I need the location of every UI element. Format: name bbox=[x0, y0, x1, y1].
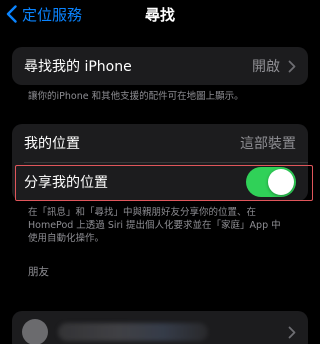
find-iphone-footnote: 讓你的iPhone 和其他支援的配件可在地圖上顯示。 bbox=[28, 91, 244, 102]
my-location-cell[interactable]: 我的位置 這部裝置 bbox=[12, 124, 308, 162]
share-location-footnote: 在「訊息」和「尋找」中與親朋好友分享你的位置、在 HomePod 上透過 Sir… bbox=[28, 206, 298, 245]
footnote-line: HomePod 上透過 Siri 提出個人化要求並在「家庭」App 中 bbox=[28, 220, 281, 231]
share-my-location-label: 分享我的位置 bbox=[24, 175, 108, 191]
share-location-toggle[interactable] bbox=[246, 167, 296, 197]
chevron-right-icon bbox=[288, 60, 296, 72]
friends-group bbox=[12, 311, 308, 344]
find-my-iphone-value-wrap: 開啟 bbox=[252, 56, 296, 76]
find-my-iphone-cell[interactable]: 尋找我的 iPhone 開啟 bbox=[12, 47, 308, 85]
find-my-iphone-status: 開啟 bbox=[252, 59, 280, 75]
find-my-iphone-label: 尋找我的 iPhone bbox=[24, 59, 132, 75]
page-title: 尋找 bbox=[144, 6, 175, 24]
navigation-bar: 定位服務 尋找 bbox=[0, 0, 320, 30]
friends-header: 朋友 bbox=[28, 266, 49, 278]
location-group: 我的位置 這部裝置 分享我的位置 bbox=[12, 124, 308, 201]
friend-row[interactable] bbox=[12, 311, 308, 344]
chevron-right-icon bbox=[288, 326, 296, 338]
avatar bbox=[22, 319, 48, 344]
my-location-label: 我的位置 bbox=[24, 136, 80, 152]
friend-chevron-wrap bbox=[280, 326, 296, 339]
footnote-line: 在「訊息」和「尋找」中與親朋好友分享你的位置、在 bbox=[28, 207, 257, 218]
toggle-knob bbox=[268, 169, 294, 195]
footnote-line: 使用自動化操作。 bbox=[28, 233, 105, 244]
blurred-friend-name bbox=[58, 323, 208, 341]
find-iphone-group: 尋找我的 iPhone 開啟 bbox=[12, 47, 308, 85]
my-location-value: 這部裝置 bbox=[240, 136, 296, 152]
share-my-location-cell: 分享我的位置 bbox=[12, 163, 308, 201]
